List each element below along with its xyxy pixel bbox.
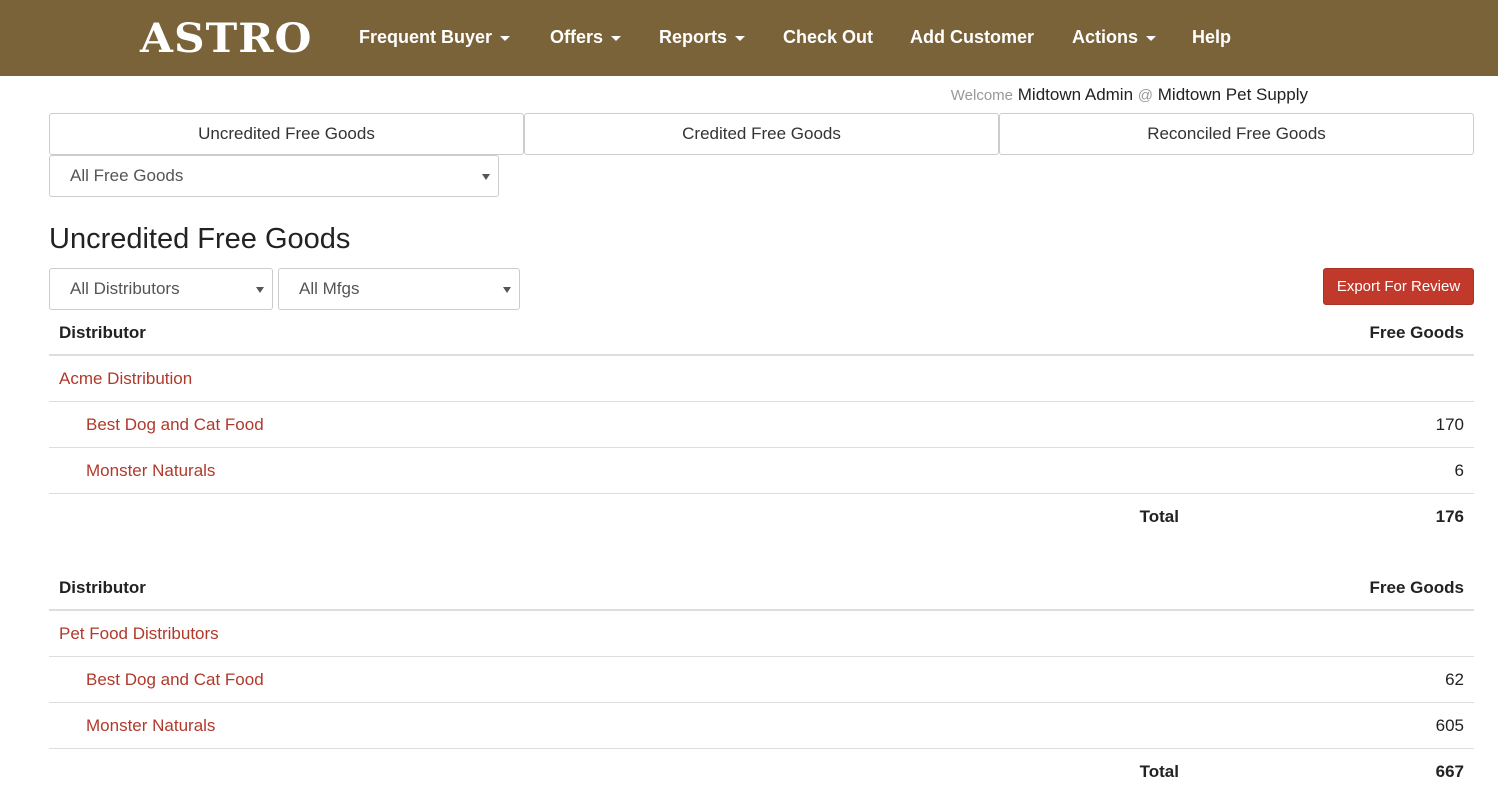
page-title: Uncredited Free Goods xyxy=(49,223,351,255)
nav-frequent-buyer-label: Frequent Buyer xyxy=(359,27,493,47)
distributor-select-value: All Distributors xyxy=(70,279,180,298)
total-row: Total 667 xyxy=(49,749,1474,795)
astro-logo[interactable]: ASTRO xyxy=(140,18,313,60)
caret-down-icon xyxy=(735,35,746,41)
nav-help-label: Help xyxy=(1192,27,1232,47)
welcome-store: Midtown Pet Supply xyxy=(1157,85,1308,104)
distributor-row: Pet Food Distributors xyxy=(49,611,1474,657)
manufacturer-link[interactable]: Best Dog and Cat Food xyxy=(86,657,264,703)
goods-type-select[interactable]: All Free Goods xyxy=(49,155,499,197)
total-row: Total 176 xyxy=(49,494,1474,540)
free-goods-count: 170 xyxy=(1435,415,1464,434)
select-arrow-icon xyxy=(256,287,264,293)
free-goods-count: 605 xyxy=(1435,716,1464,735)
tab-credited-free-goods[interactable]: Credited Free Goods xyxy=(524,113,999,155)
select-arrow-icon xyxy=(482,174,490,180)
distributor-table: Distributor Free Goods Pet Food Distribu… xyxy=(49,565,1474,795)
welcome-prefix: Welcome xyxy=(950,87,1014,104)
nav-offers[interactable]: Offers xyxy=(550,24,622,50)
mfg-select-value: All Mfgs xyxy=(299,279,360,298)
total-value: 667 xyxy=(1435,762,1464,781)
total-value: 176 xyxy=(1435,507,1464,526)
total-label: Total xyxy=(1139,762,1179,781)
distributor-row: Acme Distribution xyxy=(49,356,1474,402)
header-free-goods: Free Goods xyxy=(1369,323,1464,342)
table-row: Best Dog and Cat Food 170 xyxy=(49,402,1474,448)
top-navbar: ASTRO Frequent Buyer Offers Reports Chec… xyxy=(0,0,1498,76)
mfg-select[interactable]: All Mfgs xyxy=(278,268,520,310)
nav-frequent-buyer[interactable]: Frequent Buyer xyxy=(359,24,511,50)
select-arrow-icon xyxy=(503,287,511,293)
header-distributor: Distributor xyxy=(59,323,146,342)
table-row: Best Dog and Cat Food 62 xyxy=(49,657,1474,703)
welcome-line: Welcome Midtown Admin @ Midtown Pet Supp… xyxy=(951,84,1308,106)
header-distributor: Distributor xyxy=(59,578,146,597)
manufacturer-link[interactable]: Best Dog and Cat Food xyxy=(86,402,264,448)
nav-reports[interactable]: Reports xyxy=(659,24,746,50)
table-header: Distributor Free Goods xyxy=(49,565,1474,611)
welcome-user: Midtown Admin xyxy=(1017,85,1134,104)
nav-help[interactable]: Help xyxy=(1192,24,1231,50)
free-goods-tabs: Uncredited Free Goods Credited Free Good… xyxy=(49,113,1474,155)
header-free-goods: Free Goods xyxy=(1369,578,1464,597)
distributor-table: Distributor Free Goods Acme Distribution… xyxy=(49,310,1474,540)
goods-type-value: All Free Goods xyxy=(70,166,184,185)
free-goods-count: 6 xyxy=(1454,461,1464,480)
tab-uncredited-free-goods[interactable]: Uncredited Free Goods xyxy=(49,113,524,155)
welcome-at: @ xyxy=(1137,87,1154,104)
nav-actions[interactable]: Actions xyxy=(1072,24,1157,50)
nav-add-customer[interactable]: Add Customer xyxy=(910,24,1034,50)
nav-check-out-label: Check Out xyxy=(783,27,874,47)
table-header: Distributor Free Goods xyxy=(49,310,1474,356)
caret-down-icon xyxy=(1146,35,1157,41)
table-row: Monster Naturals 605 xyxy=(49,703,1474,749)
tab-reconciled-free-goods[interactable]: Reconciled Free Goods xyxy=(999,113,1474,155)
caret-down-icon xyxy=(500,35,511,41)
manufacturer-link[interactable]: Monster Naturals xyxy=(86,703,215,749)
distributor-link[interactable]: Acme Distribution xyxy=(59,356,192,402)
table-row: Monster Naturals 6 xyxy=(49,448,1474,494)
distributor-select[interactable]: All Distributors xyxy=(49,268,273,310)
free-goods-count: 62 xyxy=(1445,670,1464,689)
nav-reports-label: Reports xyxy=(659,27,728,47)
export-for-review-button[interactable]: Export For Review xyxy=(1323,268,1474,305)
nav-check-out[interactable]: Check Out xyxy=(783,24,873,50)
nav-actions-label: Actions xyxy=(1072,27,1139,47)
caret-down-icon xyxy=(611,35,622,41)
nav-offers-label: Offers xyxy=(550,27,604,47)
manufacturer-link[interactable]: Monster Naturals xyxy=(86,448,215,494)
distributor-link[interactable]: Pet Food Distributors xyxy=(59,611,219,657)
nav-add-customer-label: Add Customer xyxy=(910,27,1035,47)
total-label: Total xyxy=(1139,507,1179,526)
